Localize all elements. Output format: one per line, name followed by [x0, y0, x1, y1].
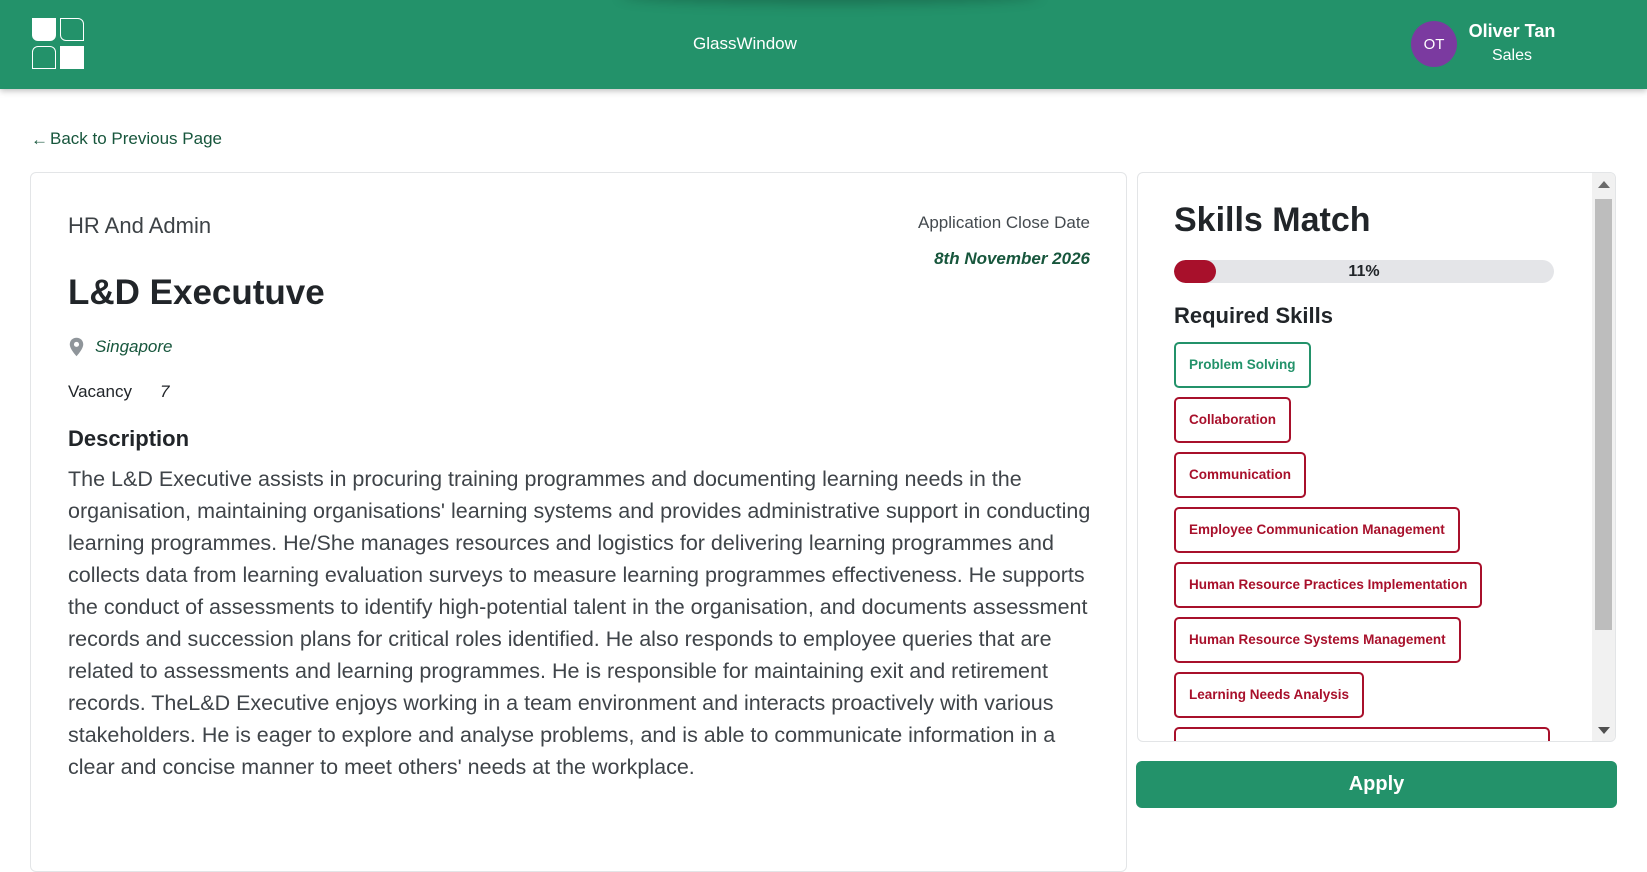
scroll-up-button[interactable]	[1592, 173, 1615, 195]
vacancy-label: Vacancy	[68, 382, 132, 401]
description-title: Description	[68, 426, 190, 451]
skill-tag: Employee Communication Management	[1174, 507, 1460, 553]
brand-name[interactable]: GlassWindow	[693, 34, 797, 54]
job-location: Singapore	[68, 337, 173, 357]
logo-shape	[32, 46, 56, 69]
location-pin-icon	[69, 337, 84, 357]
scrollbar[interactable]	[1592, 173, 1615, 741]
required-skills-list: Problem Solving Collaboration Communicatio…	[1174, 342, 1550, 741]
arrow-left-icon: ←	[31, 129, 48, 149]
skill-tag: Human Resource Practices Implementation	[1174, 562, 1483, 608]
avatar[interactable]: OT	[1411, 21, 1457, 67]
skills-match-panel: Skills Match 11% Required Skills Problem…	[1137, 172, 1616, 742]
apply-button[interactable]: Apply	[1136, 761, 1617, 808]
chevron-down-icon	[1597, 726, 1610, 734]
skill-tag: Learning Needs Analysis	[1174, 672, 1365, 718]
scroll-down-button[interactable]	[1592, 719, 1615, 741]
skill-tag	[1174, 727, 1550, 741]
skill-tag: Problem Solving	[1174, 342, 1311, 388]
user-name: Oliver Tan	[1468, 21, 1556, 41]
required-skills-title: Required Skills	[1174, 303, 1333, 328]
navbar-shadow	[620, 0, 1040, 4]
top-navbar: GlassWindow OT Oliver Tan Sales	[0, 0, 1647, 89]
skill-tag: Human Resource Systems Management	[1174, 617, 1461, 663]
close-date-label: Application Close Date	[918, 213, 1090, 232]
logo-shape	[60, 18, 84, 41]
scroll-thumb[interactable]	[1595, 199, 1612, 630]
progress-label: 11%	[1348, 262, 1380, 280]
skills-match-progress: 11%	[1174, 260, 1554, 283]
job-details-card: HR And Admin Application Close Date 8th …	[30, 172, 1127, 872]
skill-tag: Collaboration	[1174, 397, 1291, 443]
back-link[interactable]: ← Back to Previous Page	[31, 129, 222, 149]
chevron-up-icon	[1597, 180, 1610, 188]
skills-match-title: Skills Match	[1174, 201, 1371, 239]
job-title: L&D Executuve	[68, 273, 325, 312]
close-date-value: 8th November 2026	[934, 249, 1090, 268]
vacancy-row: Vacancy 7	[68, 382, 169, 402]
logo-shape	[32, 18, 56, 41]
back-link-label: Back to Previous Page	[50, 129, 222, 148]
department-label: HR And Admin	[68, 213, 212, 238]
user-role: Sales	[1491, 47, 1533, 64]
description-text: The L&D Executive assists in procuring t…	[68, 467, 1091, 779]
skill-tag: Communication	[1174, 452, 1307, 498]
app-logo[interactable]	[32, 18, 86, 70]
location-text: Singapore	[95, 337, 173, 356]
vacancy-value: 7	[159, 382, 170, 401]
logo-shape	[60, 46, 84, 69]
